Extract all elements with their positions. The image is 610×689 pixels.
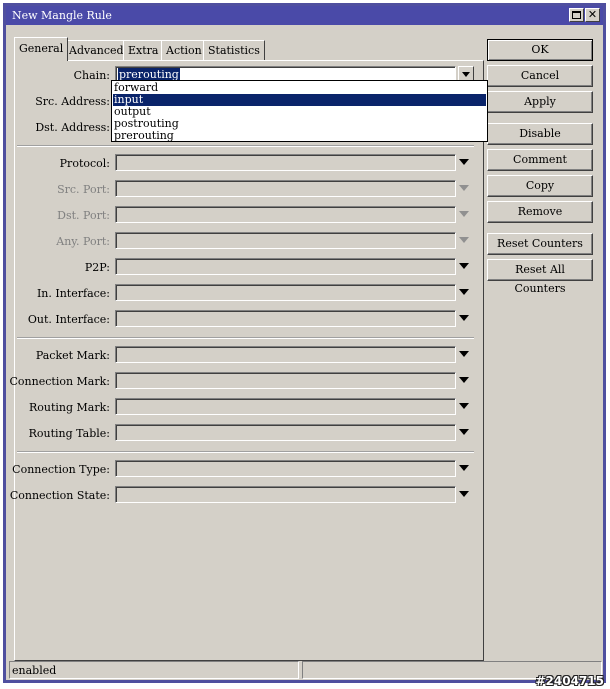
routing-table-field[interactable] (115, 424, 456, 441)
packet-mark-field[interactable] (115, 346, 456, 363)
any-port-field (115, 232, 456, 249)
packet-mark-row: Packet Mark: (15, 346, 480, 364)
disable-button[interactable]: Disable (487, 123, 593, 145)
separator (17, 145, 474, 147)
routing-mark-row: Routing Mark: (15, 398, 480, 416)
maximize-button[interactable] (569, 8, 584, 22)
in-interface-field[interactable] (115, 284, 456, 301)
dst-address-label: Dst. Address: (35, 121, 110, 134)
routing-mark-label: Routing Mark: (28, 401, 110, 414)
connection-mark-field[interactable] (115, 372, 456, 389)
p2p-field[interactable] (115, 258, 456, 275)
src-port-field (115, 180, 456, 197)
routing-mark-dropdown-icon[interactable] (459, 403, 469, 409)
separator (17, 337, 474, 339)
routing-table-label: Routing Table: (28, 427, 110, 440)
tab-statistics[interactable]: Statistics (203, 40, 265, 60)
p2p-row: P2P: (15, 258, 480, 276)
copy-button[interactable]: Copy (487, 175, 593, 197)
status-enabled: enabled (9, 661, 299, 679)
connection-type-dropdown-icon[interactable] (459, 465, 469, 471)
chain-label: Chain: (73, 69, 110, 82)
tab-general[interactable]: General (14, 37, 69, 61)
maximize-icon (572, 11, 581, 19)
protocol-row: Protocol: (15, 154, 480, 172)
p2p-label: P2P: (84, 261, 110, 274)
any-port-row: Any. Port: (15, 232, 480, 250)
p2p-dropdown-icon[interactable] (459, 263, 469, 269)
tab-extra[interactable]: Extra (123, 40, 164, 60)
comment-button[interactable]: Comment (487, 149, 593, 171)
src-port-row: Src. Port: (15, 180, 480, 198)
connection-state-row: Connection State: (10, 486, 480, 504)
packet-mark-label: Packet Mark: (35, 349, 110, 362)
connection-mark-label: Connection Mark: (9, 375, 110, 388)
routing-table-row: Routing Table: (15, 424, 480, 442)
connection-type-field[interactable] (115, 460, 456, 477)
close-button[interactable]: ✕ (585, 8, 600, 22)
connection-state-label: Connection State: (9, 489, 110, 502)
chain-option-prerouting[interactable]: prerouting (113, 130, 486, 142)
chain-option-forward[interactable]: forward (113, 82, 486, 94)
any-port-dropdown-icon (459, 237, 469, 243)
routing-mark-field[interactable] (115, 398, 456, 415)
remove-button[interactable]: Remove (487, 201, 593, 223)
out-interface-label: Out. Interface: (27, 313, 110, 326)
packet-mark-dropdown-icon[interactable] (459, 351, 469, 357)
in-interface-label: In. Interface: (36, 287, 110, 300)
out-interface-field[interactable] (115, 310, 456, 327)
src-port-dropdown-icon (459, 185, 469, 191)
protocol-field[interactable] (115, 154, 456, 171)
apply-button[interactable]: Apply (487, 91, 593, 113)
in-interface-row: In. Interface: (15, 284, 480, 302)
out-interface-dropdown-icon[interactable] (459, 315, 469, 321)
ok-button[interactable]: OK (487, 39, 593, 61)
connection-mark-dropdown-icon[interactable] (459, 377, 469, 383)
protocol-label: Protocol: (59, 157, 110, 170)
connection-state-field[interactable] (115, 486, 456, 503)
out-interface-row: Out. Interface: (15, 310, 480, 328)
mangle-rule-window: New Mangle Rule ✕ General Advanced Extra… (3, 3, 606, 683)
dst-port-field (115, 206, 456, 223)
title-bar[interactable]: New Mangle Rule ✕ (6, 6, 603, 25)
protocol-dropdown-icon[interactable] (459, 159, 469, 165)
reset-all-counters-button[interactable]: Reset All Counters (487, 259, 593, 295)
close-icon: ✕ (587, 8, 598, 21)
routing-table-dropdown-icon[interactable] (459, 429, 469, 435)
dst-port-label: Dst. Port: (57, 209, 110, 222)
connection-state-dropdown-icon[interactable] (459, 491, 469, 497)
chain-option-input[interactable]: input (113, 94, 486, 106)
status-bar: enabled (9, 661, 604, 680)
src-address-label: Src. Address: (35, 95, 110, 108)
tab-action[interactable]: Action (161, 40, 207, 60)
connection-type-label: Connection Type: (12, 463, 110, 476)
connection-mark-row: Connection Mark: (10, 372, 480, 390)
in-interface-dropdown-icon[interactable] (459, 289, 469, 295)
general-panel: Chain: prerouting Src. Address: Dst. Add… (10, 60, 484, 661)
chain-dropdown-list: forward input output postrouting prerout… (111, 80, 488, 142)
separator (17, 451, 474, 453)
chevron-down-icon (462, 72, 470, 77)
connection-type-row: Connection Type: (12, 460, 480, 478)
reset-counters-button[interactable]: Reset Counters (487, 233, 593, 255)
dst-port-row: Dst. Port: (15, 206, 480, 224)
cancel-button[interactable]: Cancel (487, 65, 593, 87)
any-port-label: Any. Port: (56, 235, 110, 248)
tab-advanced[interactable]: Advanced (64, 40, 129, 60)
src-port-label: Src. Port: (57, 183, 110, 196)
window-title: New Mangle Rule (12, 9, 112, 22)
watermark: #2404715 (535, 674, 604, 688)
dst-port-dropdown-icon (459, 211, 469, 217)
